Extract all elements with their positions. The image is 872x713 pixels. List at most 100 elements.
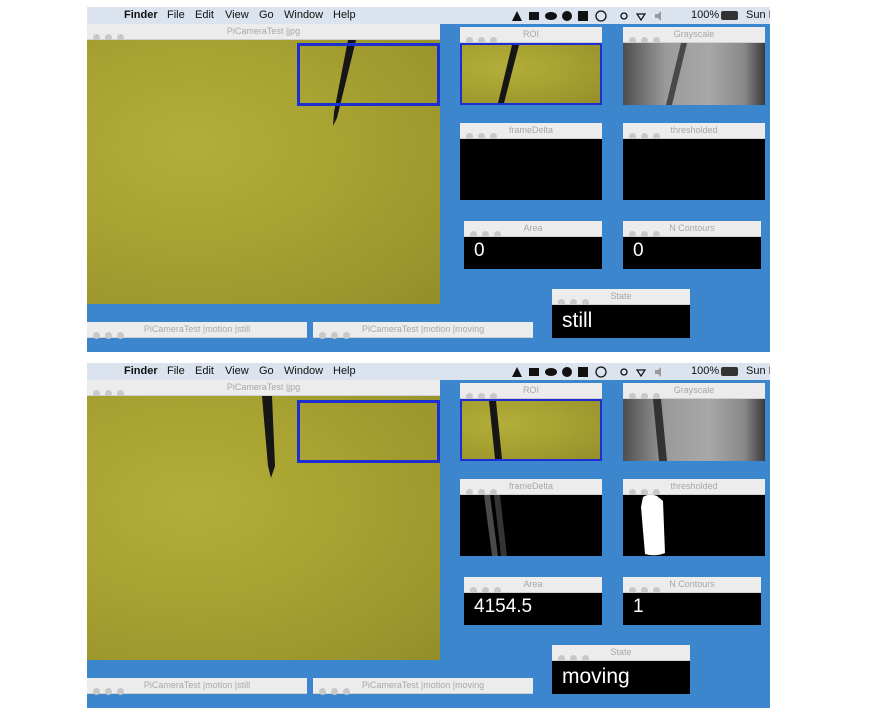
- menu-finder[interactable]: Finder: [124, 365, 158, 377]
- window-title: PiCameraTest |motion |moving: [361, 680, 485, 690]
- motion-moving-window[interactable]: PiCameraTest |motion |moving: [313, 678, 533, 695]
- menu-edit[interactable]: Edit: [195, 9, 214, 21]
- motion-still-window[interactable]: PiCameraTest |motion |still: [87, 322, 307, 339]
- window-title: thresholded: [670, 125, 718, 135]
- thresholded-window[interactable]: thresholded: [623, 479, 765, 556]
- wifi-icon: [635, 13, 647, 22]
- dropbox-icon: [529, 12, 539, 20]
- motion-still-window[interactable]: PiCameraTest |motion |still: [87, 678, 307, 695]
- state-value: still: [562, 309, 593, 332]
- menu-view[interactable]: View: [225, 9, 249, 21]
- contours-value: 0: [633, 240, 644, 261]
- window-title: State: [610, 291, 632, 301]
- window-title: Area: [523, 223, 543, 233]
- grayscale-image: [623, 399, 765, 461]
- window-title: ROI: [522, 29, 539, 39]
- contours-window[interactable]: N Contours 0: [623, 221, 761, 269]
- contours-display: 0: [623, 237, 761, 269]
- contours-display: 1: [623, 593, 761, 625]
- menu-file[interactable]: File: [167, 365, 185, 377]
- menu-view[interactable]: View: [225, 365, 249, 377]
- menu-bar: Finder File Edit View Go Window Help 100…: [87, 363, 770, 380]
- evernote-icon: [562, 367, 572, 377]
- app-icon: [578, 367, 588, 377]
- pen-shape: [653, 399, 667, 461]
- window-title: N Contours: [669, 223, 715, 233]
- window-title: PiCameraTest |motion |still: [143, 680, 251, 690]
- triangle-icon: [512, 367, 522, 377]
- thresholded-window[interactable]: thresholded: [623, 123, 765, 200]
- battery-icon: [721, 367, 738, 376]
- camera-image: [87, 40, 440, 304]
- window-title: N Contours: [669, 579, 715, 589]
- area-window[interactable]: Area 4154.5: [464, 577, 602, 625]
- pen-shape: [262, 396, 275, 478]
- window-title: PiCameraTest |jpg: [226, 26, 301, 36]
- battery-percent: 100%: [691, 365, 720, 377]
- window-title: Grayscale: [673, 29, 715, 39]
- framedelta-window[interactable]: frameDelta: [460, 123, 602, 200]
- menu-window[interactable]: Window: [284, 9, 323, 21]
- pen-shape: [498, 45, 519, 103]
- area-display: 0: [464, 237, 602, 269]
- clock[interactable]: Sun N: [746, 9, 770, 21]
- app-icon: [578, 11, 588, 21]
- menu-go[interactable]: Go: [259, 9, 274, 21]
- menu-help[interactable]: Help: [333, 9, 356, 21]
- menu-finder[interactable]: Finder: [124, 9, 158, 21]
- bluetooth-icon: [620, 12, 628, 20]
- roi-window[interactable]: ROI: [460, 383, 602, 461]
- main-camera-window[interactable]: PiCameraTest |jpg: [87, 24, 440, 304]
- triangle-icon: [512, 11, 522, 21]
- grayscale-window[interactable]: Grayscale: [623, 27, 765, 105]
- framedelta-window[interactable]: frameDelta: [460, 479, 602, 556]
- wifi-icon: [635, 369, 647, 378]
- thresholded-image: [623, 139, 765, 200]
- roi-image: [460, 399, 602, 461]
- menu-go[interactable]: Go: [259, 365, 274, 377]
- motion-moving-window[interactable]: PiCameraTest |motion |moving: [313, 322, 533, 339]
- contours-value: 1: [633, 596, 644, 617]
- roi-window[interactable]: ROI: [460, 27, 602, 105]
- state-display: still: [552, 305, 690, 338]
- state-window[interactable]: State still: [552, 289, 690, 338]
- screenshot-still: Finder File Edit View Go Window Help 100…: [87, 7, 770, 352]
- title-bar[interactable]: PiCameraTest |jpg: [87, 380, 440, 397]
- battery-icon: [721, 11, 738, 20]
- roi-rectangle: [297, 43, 440, 106]
- menu-file[interactable]: File: [167, 9, 185, 21]
- screenshot-moving: Finder File Edit View Go Window Help 100…: [87, 363, 770, 708]
- clock[interactable]: Sun N: [746, 365, 770, 377]
- status-icons: [511, 365, 696, 381]
- contours-window[interactable]: N Contours 1: [623, 577, 761, 625]
- window-title: PiCameraTest |motion |moving: [361, 324, 485, 334]
- cloud-icon: [545, 12, 557, 20]
- status-icons: [511, 9, 696, 25]
- menu-help[interactable]: Help: [333, 365, 356, 377]
- title-bar[interactable]: PiCameraTest |jpg: [87, 24, 440, 41]
- thresholded-image: [623, 495, 765, 556]
- volume-icon: [655, 11, 661, 21]
- volume-icon: [655, 367, 661, 377]
- roi-rectangle: [297, 400, 440, 463]
- grayscale-window[interactable]: Grayscale: [623, 383, 765, 461]
- menu-window[interactable]: Window: [284, 365, 323, 377]
- menu-edit[interactable]: Edit: [195, 365, 214, 377]
- menu-bar: Finder File Edit View Go Window Help 100…: [87, 7, 770, 24]
- area-value: 4154.5: [474, 596, 533, 617]
- area-value: 0: [474, 240, 485, 261]
- state-display: moving: [552, 661, 690, 694]
- framedelta-image: [460, 139, 602, 200]
- main-camera-window[interactable]: PiCameraTest |jpg: [87, 380, 440, 660]
- pen-shape: [489, 401, 502, 459]
- window-title: frameDelta: [508, 125, 553, 135]
- window-title: thresholded: [670, 481, 718, 491]
- pen-shape: [666, 43, 687, 105]
- camera-image: [87, 396, 440, 660]
- time-machine-icon: [595, 366, 607, 378]
- window-title: State: [610, 647, 632, 657]
- framedelta-image: [460, 495, 602, 556]
- area-window[interactable]: Area 0: [464, 221, 602, 269]
- state-window[interactable]: State moving: [552, 645, 690, 694]
- battery-percent: 100%: [691, 9, 720, 21]
